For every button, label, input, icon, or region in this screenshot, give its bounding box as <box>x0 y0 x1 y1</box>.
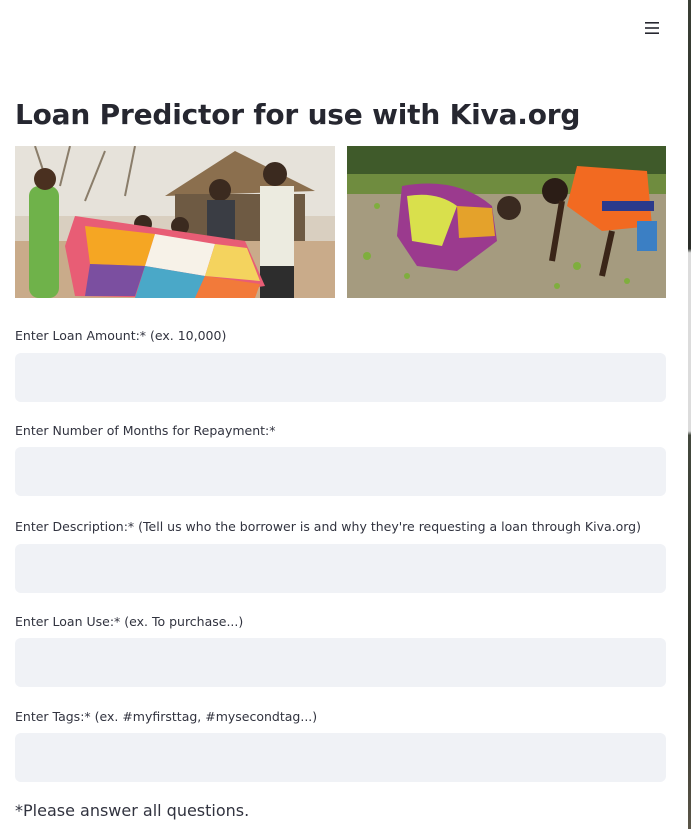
loan-use-label: Enter Loan Use:* (ex. To purchase...) <box>15 614 244 629</box>
hamburger-menu-button[interactable] <box>638 16 666 40</box>
description-label: Enter Description:* (Tell us who the bor… <box>15 519 641 534</box>
loan-amount-label: Enter Loan Amount:* (ex. 10,000) <box>15 328 227 343</box>
app-page: Loan Predictor for use with Kiva.org Ent… <box>0 0 691 829</box>
loan-amount-input[interactable] <box>15 353 666 402</box>
page-title: Loan Predictor for use with Kiva.org <box>15 98 581 131</box>
repayment-months-input[interactable] <box>15 447 666 496</box>
loan-use-input[interactable] <box>15 638 666 687</box>
tags-label: Enter Tags:* (ex. #myfirsttag, #mysecond… <box>15 709 318 724</box>
hamburger-menu-icon <box>645 22 659 34</box>
tags-input[interactable] <box>15 733 666 782</box>
women-holding-quilt-photo <box>15 146 335 298</box>
repayment-months-label: Enter Number of Months for Repayment:* <box>15 423 276 438</box>
description-input[interactable] <box>15 544 666 593</box>
required-note: *Please answer all questions. <box>15 801 250 820</box>
farmers-planting-field-photo <box>347 146 666 298</box>
